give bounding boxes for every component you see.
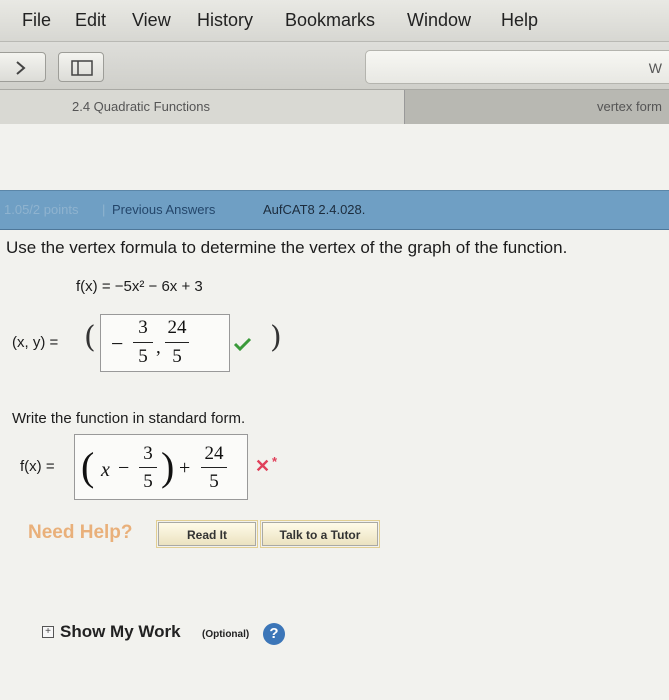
- talk-to-tutor-button[interactable]: Talk to a Tutor: [260, 520, 380, 548]
- open-paren: (: [81, 444, 95, 489]
- vertex-x-numerator: 3: [138, 317, 148, 338]
- points-label: 1.05/2 points: [4, 202, 79, 217]
- fraction-bar: [165, 342, 189, 343]
- std-k-numerator: 24: [204, 443, 224, 464]
- menu-window[interactable]: Window: [407, 10, 471, 31]
- tab-quadratic-functions[interactable]: 2.4 Quadratic Functions: [0, 90, 404, 124]
- close-paren: ): [270, 320, 282, 355]
- menu-help[interactable]: Help: [501, 10, 538, 31]
- menu-file[interactable]: File: [22, 10, 51, 31]
- function-expression: f(x) = −5x² − 6x + 3: [76, 278, 203, 295]
- help-icon[interactable]: ?: [263, 623, 285, 645]
- show-my-work-label[interactable]: Show My Work: [60, 622, 181, 642]
- page-content: 1.05/2 points | Previous Answers AufCAT8…: [0, 124, 669, 700]
- std-h-denominator: 5: [143, 471, 153, 492]
- vertex-label: (x, y) =: [12, 334, 59, 351]
- sidebar-icon: [71, 60, 93, 76]
- address-text: W: [648, 60, 662, 76]
- std-h-numerator: 3: [143, 443, 153, 464]
- fraction-bar: [139, 467, 157, 468]
- checkmark-icon: [233, 337, 252, 352]
- standard-form-prompt: Write the function in standard form.: [12, 410, 246, 427]
- tab-bar: 2.4 Quadratic Functions vertex form: [0, 90, 669, 124]
- previous-answers-link[interactable]: Previous Answers: [112, 202, 215, 217]
- std-plus: +: [179, 457, 191, 479]
- tab-vertex-form[interactable]: vertex form: [404, 90, 669, 124]
- close-paren: ): [161, 444, 175, 489]
- fraction-bar: [133, 342, 153, 343]
- sidebar-button[interactable]: [58, 52, 104, 82]
- read-it-label: Read It: [186, 528, 227, 542]
- menu-history[interactable]: History: [197, 10, 253, 31]
- vertex-comma: ,: [156, 337, 161, 358]
- menu-edit[interactable]: Edit: [75, 10, 106, 31]
- question-code: AufCAT8 2.4.028.: [263, 202, 366, 217]
- vertex-answer-box[interactable]: − 3 5 , 24 5: [100, 314, 230, 372]
- cross-icon: ✕: [255, 456, 271, 476]
- standard-form-label: f(x) =: [20, 458, 55, 475]
- std-k-denominator: 5: [209, 471, 219, 492]
- need-help-label: Need Help?: [28, 522, 133, 543]
- question-prompt: Use the vertex formula to determine the …: [6, 238, 568, 257]
- incorrect-asterisk: *: [272, 454, 278, 469]
- address-bar[interactable]: W: [365, 50, 669, 84]
- std-x: x: [101, 459, 110, 481]
- vertex-y-numerator: 24: [167, 317, 187, 338]
- standard-form-answer-box[interactable]: ( x − 3 5 ) + 24 5: [74, 434, 248, 500]
- std-minus: −: [118, 457, 130, 479]
- menu-bar: File Edit View History Bookmarks Window …: [0, 0, 669, 42]
- tab-label: 2.4 Quadratic Functions: [72, 99, 211, 114]
- vertex-y-denominator: 5: [172, 346, 182, 367]
- open-paren: (: [84, 320, 96, 355]
- optional-label: (Optional): [202, 629, 250, 640]
- question-header: 1.05/2 points | Previous Answers AufCAT8…: [0, 190, 669, 230]
- vertex-x-denominator: 5: [138, 346, 148, 367]
- talk-to-tutor-label: Talk to a Tutor: [279, 528, 361, 542]
- vertex-x-sign: −: [111, 331, 124, 356]
- menu-view[interactable]: View: [132, 10, 171, 31]
- read-it-button[interactable]: Read It: [156, 520, 258, 548]
- fraction-bar: [201, 467, 227, 468]
- chevron-right-icon: [16, 61, 26, 75]
- toolbar: W: [0, 42, 669, 90]
- forward-button[interactable]: [0, 52, 46, 82]
- expand-icon[interactable]: +: [42, 626, 54, 638]
- tab-label: vertex form: [597, 99, 663, 114]
- header-separator: |: [102, 202, 106, 217]
- menu-bookmarks[interactable]: Bookmarks: [285, 10, 375, 31]
